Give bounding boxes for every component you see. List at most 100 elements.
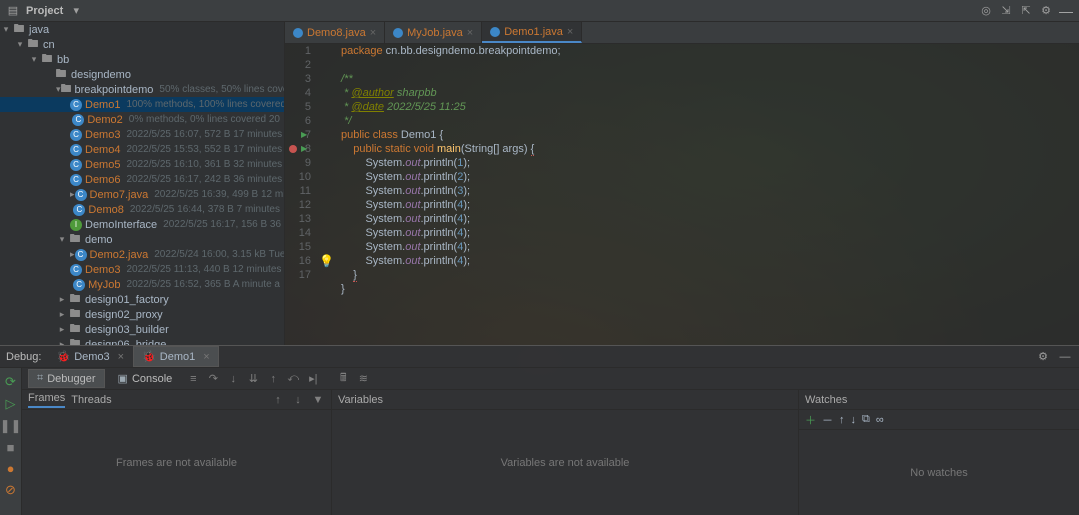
tree-row[interactable]: CDemo1100% methods, 100% lines covered	[0, 97, 284, 112]
evaluate-icon[interactable]: 🖩	[335, 369, 351, 388]
code-content[interactable]: package cn.bb.designdemo.breakpointdemo;…	[335, 44, 567, 345]
run-tab-label: Demo1	[160, 351, 195, 363]
tree-twisty-icon[interactable]: ▸	[56, 309, 68, 320]
tree-row[interactable]: ▾🖿java	[0, 22, 284, 37]
tree-twisty-icon[interactable]: ▸	[56, 294, 68, 305]
tree-row[interactable]: ▸🖿design06_bridge	[0, 337, 284, 345]
debug-settings-icon[interactable]: ⚙	[1035, 350, 1051, 363]
tree-row[interactable]: ▾🖿bb	[0, 52, 284, 67]
tree-row[interactable]: CDemo42022/5/25 15:53, 552 B 17 minutes	[0, 142, 284, 157]
tree-item-name: bb	[57, 54, 69, 66]
debug-hide-icon[interactable]: —	[1057, 351, 1073, 363]
debugger-tab[interactable]: ⌗ Debugger	[28, 369, 105, 388]
run-gutter-icon[interactable]: ▶	[301, 142, 307, 156]
tree-item-name: Demo2.java	[90, 249, 149, 261]
drop-frame-icon[interactable]: ⤺	[285, 372, 301, 385]
rerun-icon[interactable]: ⟳	[5, 374, 16, 390]
next-frame-icon[interactable]: ↓	[291, 394, 305, 406]
console-tab[interactable]: ▣ Console	[109, 369, 182, 388]
tree-row[interactable]: CDemo52022/5/25 16:10, 361 B 32 minutes	[0, 157, 284, 172]
java-class-icon: C	[73, 203, 85, 216]
close-tab-icon[interactable]: ×	[567, 26, 573, 38]
tree-item-name: Demo5	[85, 159, 120, 171]
tab-label: Demo1.java	[504, 26, 563, 38]
tree-item-name: Demo2	[87, 114, 122, 126]
tree-row[interactable]: CDemo20% methods, 0% lines covered 20	[0, 112, 284, 127]
select-opened-icon[interactable]: ▾	[69, 4, 83, 18]
resume-icon[interactable]: ▷	[6, 396, 16, 412]
breakpoint-icon[interactable]	[289, 145, 297, 153]
debug-run-tab[interactable]: 🐞Demo3×	[47, 346, 133, 367]
tree-row[interactable]: ▸CDemo2.java2022/5/24 16:00, 3.15 kB Tue	[0, 247, 284, 262]
run-gutter-icon[interactable]: ▶	[301, 128, 307, 142]
editor-tab[interactable]: Demo1.java ×	[482, 22, 582, 43]
settings-icon[interactable]: ⚙	[1039, 4, 1053, 18]
tree-row[interactable]: ▸🖿design01_factory	[0, 292, 284, 307]
collapse-all-icon[interactable]: ⇱	[1019, 4, 1033, 18]
remove-watch-icon[interactable]: －	[822, 412, 833, 428]
close-run-tab-icon[interactable]: ×	[118, 351, 124, 363]
gutter[interactable]: 1234567▶8▶91011121314151617	[285, 44, 317, 345]
pause-icon[interactable]: ❚❚	[0, 418, 21, 434]
close-run-tab-icon[interactable]: ×	[203, 351, 209, 363]
trace-icon[interactable]: ≋	[355, 372, 371, 385]
step-over-icon[interactable]: ↷	[205, 372, 221, 385]
tree-item-meta: 2022/5/25 16:17, 156 B 36	[163, 219, 281, 230]
tree-twisty-icon[interactable]: ▸	[56, 324, 68, 335]
tree-row[interactable]: ▸🖿design03_builder	[0, 322, 284, 337]
watch-up-icon[interactable]: ↑	[839, 414, 845, 426]
expand-all-icon[interactable]: ⇲	[999, 4, 1013, 18]
tree-row[interactable]: IDemoInterface2022/5/25 16:17, 156 B 36	[0, 217, 284, 232]
code-editor[interactable]: 1234567▶8▶91011121314151617 💡 package cn…	[285, 44, 1079, 345]
show-exec-icon[interactable]: ≡	[185, 373, 201, 385]
tree-row[interactable]: CDemo62022/5/25 16:17, 242 B 36 minutes	[0, 172, 284, 187]
run-to-cursor-icon[interactable]: ▸|	[305, 372, 321, 385]
target-icon[interactable]: ◎	[979, 4, 993, 18]
view-breakpoints-icon[interactable]: ●	[7, 461, 15, 476]
project-icon: ▤	[6, 4, 20, 18]
filter-icon[interactable]: ▼	[311, 394, 325, 406]
copy-watch-icon[interactable]: ⧉	[862, 413, 870, 426]
tree-row[interactable]: CMyJob2022/5/25 16:52, 365 B A minute a	[0, 277, 284, 292]
watches-empty: No watches	[799, 430, 1079, 515]
java-class-icon: C	[75, 248, 87, 261]
mute-breakpoints-icon[interactable]: ⊘	[5, 482, 16, 498]
threads-title[interactable]: Threads	[71, 394, 111, 406]
tree-row[interactable]: ▾🖿demo	[0, 232, 284, 247]
tree-twisty-icon[interactable]: ▸	[56, 339, 68, 345]
tab-label: Demo8.java	[307, 27, 366, 39]
glasses-icon[interactable]: ∞	[876, 414, 884, 426]
tree-item-name: breakpointdemo	[75, 84, 154, 96]
tree-row[interactable]: CDemo32022/5/25 11:13, 440 B 12 minutes	[0, 262, 284, 277]
tree-item-name: Demo8	[88, 204, 123, 216]
editor-tab[interactable]: MyJob.java ×	[385, 22, 482, 43]
tree-twisty-icon[interactable]: ▾	[0, 24, 12, 35]
hide-icon[interactable]: —	[1059, 4, 1073, 18]
prev-frame-icon[interactable]: ↑	[271, 394, 285, 406]
editor-tab[interactable]: Demo8.java ×	[285, 22, 385, 43]
add-watch-icon[interactable]: ＋	[805, 412, 816, 428]
tree-row[interactable]: ▸🖿design02_proxy	[0, 307, 284, 322]
stop-icon[interactable]: ■	[7, 440, 15, 455]
force-step-into-icon[interactable]: ⇊	[245, 372, 261, 385]
tree-row[interactable]: ▸CDemo7.java2022/5/25 16:39, 499 B 12 mi…	[0, 187, 284, 202]
project-tree[interactable]: ▾🖿java▾🖿cn▾🖿bb🖿designdemo▾🖿breakpointdem…	[0, 22, 285, 345]
tree-twisty-icon[interactable]: ▾	[56, 234, 68, 245]
tree-row[interactable]: CDemo32022/5/25 16:07, 572 B 17 minutes	[0, 127, 284, 142]
watch-down-icon[interactable]: ↓	[851, 414, 857, 426]
tree-item-meta: 2022/5/25 16:52, 365 B A minute a	[127, 279, 280, 290]
intention-bulb-icon[interactable]: 💡	[319, 254, 334, 268]
tree-row[interactable]: ▾🖿breakpointdemo50% classes, 50% lines c…	[0, 82, 284, 97]
debug-run-tab[interactable]: 🐞Demo1×	[133, 346, 219, 367]
tree-item-meta: 0% methods, 0% lines covered 20	[129, 114, 280, 125]
tree-twisty-icon[interactable]: ▾	[14, 39, 26, 50]
step-into-icon[interactable]: ↓	[225, 373, 241, 385]
console-icon: ▣	[118, 372, 128, 385]
tab-label: MyJob.java	[407, 27, 463, 39]
close-tab-icon[interactable]: ×	[467, 27, 473, 39]
step-out-icon[interactable]: ↑	[265, 373, 281, 385]
close-tab-icon[interactable]: ×	[370, 27, 376, 39]
tree-row[interactable]: CDemo82022/5/25 16:44, 378 B 7 minutes	[0, 202, 284, 217]
tree-twisty-icon[interactable]: ▾	[28, 54, 40, 65]
tree-row[interactable]: 🖿designdemo	[0, 67, 284, 82]
